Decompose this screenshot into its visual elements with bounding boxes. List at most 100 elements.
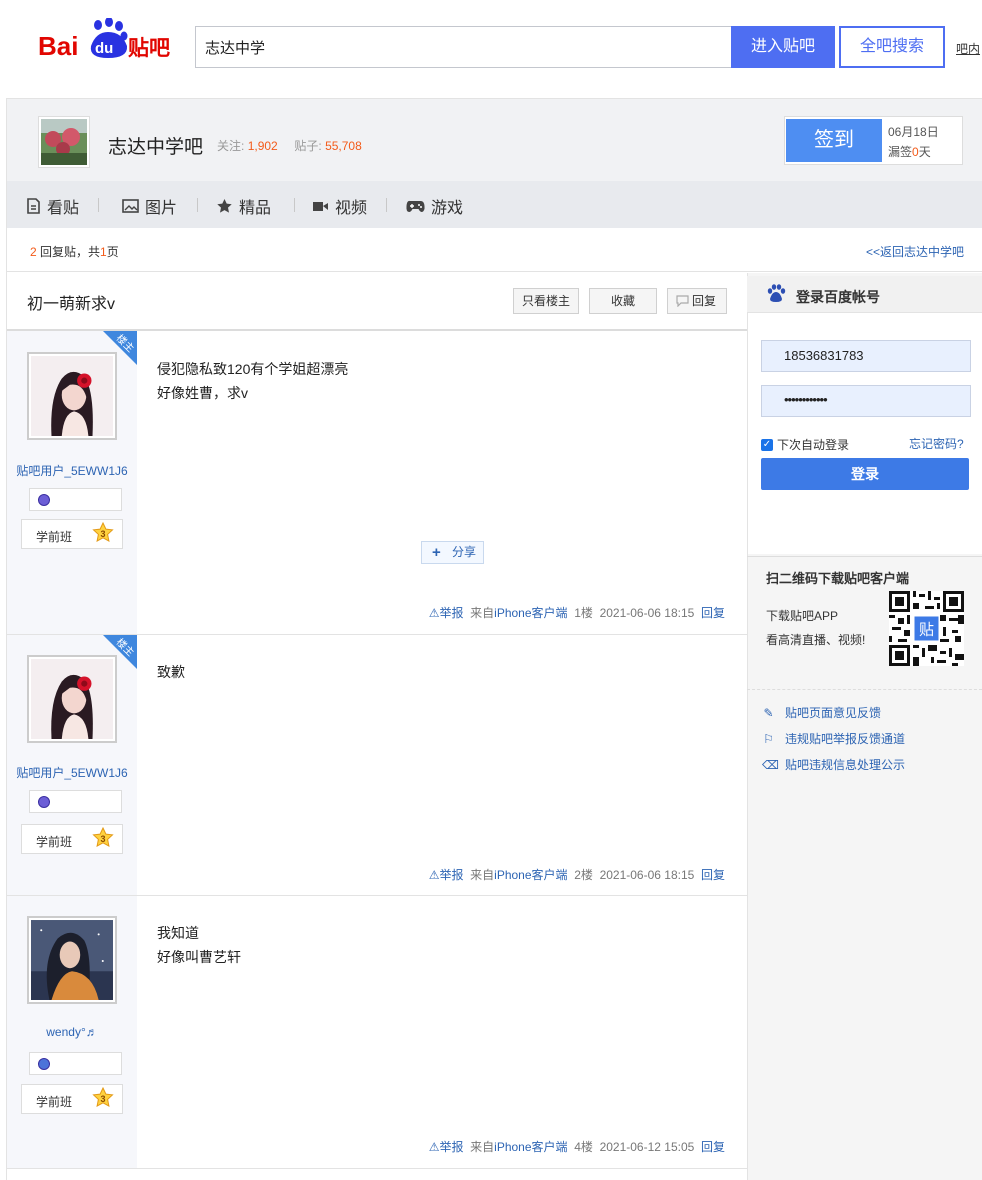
floor-number: 1楼 — [574, 606, 593, 620]
post-time: 2021-06-06 18:15 — [599, 606, 695, 620]
floor-number: 2楼 — [574, 868, 593, 882]
follow-label: 关注: — [217, 139, 245, 153]
nav-label: 图片 — [145, 200, 178, 217]
avatar[interactable] — [27, 352, 117, 440]
nav-label: 看贴 — [47, 200, 80, 217]
level-number: 3 — [100, 1094, 105, 1104]
reply-link[interactable]: 回复 — [701, 606, 725, 620]
post-floor-1: 楼主 贴吧用户_5EWW1J6 学前班 3 侵犯隐私致120有个学姐超漂亮 好像… — [7, 331, 747, 635]
page-suffix: 页 — [106, 245, 119, 259]
level-name: 学前班 — [36, 835, 73, 849]
username-field[interactable]: 18536831783 — [761, 340, 971, 372]
star-icon — [217, 199, 232, 213]
reply-link[interactable]: 回复 — [701, 1140, 725, 1154]
search-in-bar-link[interactable]: 吧内 — [956, 40, 980, 57]
login-title: 登录百度帐号 — [796, 289, 880, 305]
post-time: 2021-06-12 15:05 — [599, 1140, 695, 1154]
post-floor-2: 楼主 贴吧用户_5EWW1J6 学前班 3 致歉 ⚠举报 来自iPhone客户端… — [7, 635, 747, 896]
floor-number: 4楼 — [574, 1140, 593, 1154]
source-prefix: 来自 — [470, 868, 495, 882]
forgot-password-link[interactable]: 忘记密码? — [909, 435, 964, 452]
badge-icon — [38, 796, 50, 808]
reply-button-label: 回复 — [691, 294, 716, 308]
logo-text-bai: Bai — [38, 31, 78, 61]
baidu-tieba-logo[interactable]: Bai du 贴吧 — [38, 17, 178, 64]
report-link[interactable]: ⚠举报 — [429, 1140, 464, 1154]
forum-avatar[interactable] — [38, 116, 90, 168]
post-line: 致歉 — [157, 664, 185, 680]
feedback-label: 贴吧页面意见反馈 — [785, 706, 882, 720]
search-input[interactable] — [195, 26, 732, 68]
auto-login-checkbox[interactable]: ✓ 下次自动登录 — [761, 436, 849, 453]
password-field[interactable]: •••••••••••• — [761, 385, 971, 417]
post-line: 好像叫曹艺轩 — [157, 949, 241, 965]
warning-icon: ⚠ — [428, 868, 440, 882]
user-badge[interactable] — [29, 790, 122, 813]
level-star-icon: 3 — [92, 1087, 114, 1109]
reply-button[interactable]: 回复 — [667, 288, 727, 314]
only-op-button[interactable]: 只看楼主 — [513, 288, 579, 314]
enter-bar-button[interactable]: 进入贴吧 — [731, 26, 835, 68]
post-floor-4: wendy°♬ 学前班 3 我知道 好像叫曹艺轩 ⚠举报 来自iPhone客户端… — [7, 896, 747, 1169]
report-channel-link[interactable]: ⚐ 违规贴吧举报反馈通道 — [762, 730, 905, 747]
nav-tab-images[interactable]: 图片 — [122, 194, 177, 218]
source-prefix: 来自 — [470, 606, 495, 620]
login-button[interactable]: 登录 — [761, 458, 969, 490]
level-name: 学前班 — [36, 1095, 73, 1109]
sign-in-button[interactable]: 签到 — [786, 119, 882, 162]
share-button[interactable]: + 分享 — [421, 541, 484, 564]
reply-link[interactable]: 回复 — [701, 868, 725, 882]
source-link[interactable]: iPhone客户端 — [494, 606, 567, 620]
avatar[interactable] — [27, 655, 117, 743]
nav-tab-posts[interactable]: 看贴 — [26, 194, 79, 218]
avatar[interactable] — [27, 916, 117, 1004]
user-badge[interactable] — [29, 1052, 122, 1075]
gamepad-icon — [406, 200, 425, 212]
post-line: 侵犯隐私致120有个学姐超漂亮 — [157, 361, 349, 377]
source-link[interactable]: iPhone客户端 — [494, 1140, 567, 1154]
edit-icon: ✎ — [763, 705, 774, 720]
logo-text-du: du — [95, 40, 113, 57]
baidu-paw-icon — [767, 284, 786, 302]
report-link[interactable]: ⚠举报 — [429, 606, 464, 620]
comment-icon — [676, 295, 689, 307]
qr-line-2: 看高清直播、视频! — [766, 633, 866, 647]
thread-title: 初一萌新求v — [27, 296, 116, 313]
username-link[interactable]: 贴吧用户_5EWW1J6 — [7, 462, 137, 479]
user-level[interactable]: 学前班 3 — [21, 519, 123, 549]
forum-stats: 关注: 1,902 贴子: 55,708 — [217, 137, 362, 154]
report-link[interactable]: ⚠举报 — [429, 868, 464, 882]
user-badge[interactable] — [29, 488, 122, 511]
post-footer: ⚠举报 来自iPhone客户端 4楼 2021-06-12 15:05 回复 — [429, 1138, 725, 1155]
posts-count: 55,708 — [325, 139, 362, 153]
nav-label: 游戏 — [431, 200, 464, 217]
qr-line-1: 下载贴吧APP — [766, 609, 839, 623]
document-icon — [27, 198, 40, 214]
feedback-link[interactable]: ✎ 贴吧页面意见反馈 — [762, 704, 881, 721]
level-number: 3 — [100, 834, 105, 844]
miss-suffix: 天 — [918, 145, 931, 159]
violation-notice-link[interactable]: ⌫ 贴吧违规信息处理公示 — [762, 756, 905, 773]
warning-icon: ⚠ — [428, 606, 440, 620]
badge-icon — [38, 494, 50, 506]
badge-icon — [38, 1058, 50, 1070]
post-line: 我知道 — [157, 925, 199, 941]
post-line: 好像姓曹，求v — [157, 385, 248, 401]
nav-tab-featured[interactable]: 精品 — [216, 194, 271, 218]
back-to-forum-link[interactable]: <<返回志达中学吧 — [866, 243, 964, 260]
reply-count-text: 回复贴，共 — [40, 245, 101, 259]
username-link[interactable]: wendy°♬ — [7, 1025, 137, 1039]
alarm-icon: ⚐ — [763, 731, 774, 746]
search-all-button[interactable]: 全吧搜索 — [839, 26, 945, 68]
post-footer: ⚠举报 来自iPhone客户端 2楼 2021-06-06 18:15 回复 — [429, 866, 725, 883]
nav-tab-video[interactable]: 视频 — [312, 194, 367, 218]
forum-name[interactable]: 志达中学吧 — [108, 132, 203, 159]
user-level[interactable]: 学前班 3 — [21, 1084, 123, 1114]
nav-tab-games[interactable]: 游戏 — [406, 194, 463, 218]
user-level[interactable]: 学前班 3 — [21, 824, 123, 854]
source-link[interactable]: iPhone客户端 — [494, 868, 567, 882]
collect-button[interactable]: 收藏 — [589, 288, 657, 314]
logo-text-tieba: 贴吧 — [128, 36, 170, 60]
username-link[interactable]: 贴吧用户_5EWW1J6 — [7, 764, 137, 781]
qr-center-glyph: 贴 — [919, 621, 934, 639]
